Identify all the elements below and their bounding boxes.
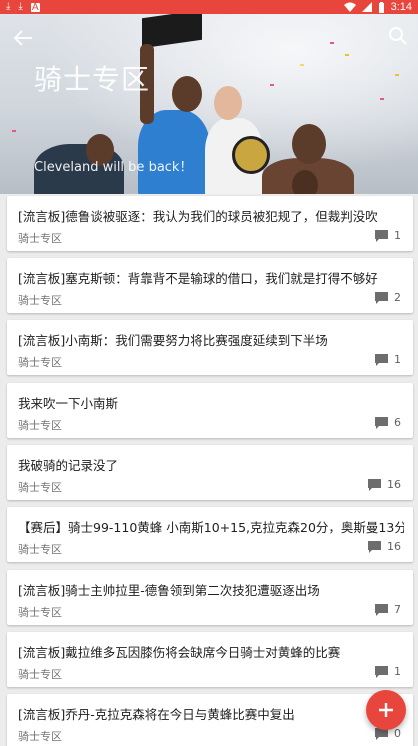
plus-icon xyxy=(379,703,393,717)
comment-count: 2 xyxy=(375,291,401,304)
confetti xyxy=(345,54,349,56)
post-section: 骑士专区 xyxy=(18,294,62,307)
battery-icon xyxy=(378,1,384,13)
post-section: 骑士专区 xyxy=(18,543,62,556)
comment-count-value: 0 xyxy=(394,727,401,740)
post-title[interactable]: [流言板]戴拉维多瓦因膝伤将会缺席今日骑士对黄蜂的比赛 xyxy=(18,642,404,661)
comment-icon xyxy=(375,353,388,366)
post-card[interactable]: [流言板]德鲁谈被驱逐：我认为我们的球员被犯规了，但裁判没吹 骑士专区 1 xyxy=(7,196,413,251)
post-card[interactable]: [流言板]塞克斯顿：背靠背不是输球的借口，我们就是打得不够好 骑士专区 2 xyxy=(7,258,413,313)
post-section: 骑士专区 xyxy=(18,606,62,619)
comment-count: 16 xyxy=(368,540,401,553)
comment-count: 7 xyxy=(375,603,401,616)
post-title[interactable]: [流言板]骑士主帅拉里-德鲁领到第二次技犯遭驱逐出场 xyxy=(18,580,404,599)
comment-count: 1 xyxy=(375,665,401,678)
player-head xyxy=(214,86,242,120)
post-section: 骑士专区 xyxy=(18,481,62,494)
comment-icon xyxy=(375,416,388,429)
post-card[interactable]: [流言板]乔丹-克拉克森将在今日与黄蜂比赛中复出 骑士专区 0 xyxy=(7,694,413,746)
post-card[interactable]: 我破骑的记录没了 骑士专区 16 xyxy=(7,445,413,500)
comment-count-value: 7 xyxy=(394,603,401,616)
post-card[interactable]: 我来吹一下小南斯 骑士专区 6 xyxy=(7,383,413,438)
comment-count: 1 xyxy=(375,353,401,366)
post-section: 骑士专区 xyxy=(18,356,62,369)
confetti xyxy=(395,74,399,76)
comment-count-value: 1 xyxy=(394,353,401,366)
post-section: 骑士专区 xyxy=(18,419,62,432)
comment-count: 6 xyxy=(375,416,401,429)
comment-icon xyxy=(375,603,388,616)
post-title[interactable]: [流言板]塞克斯顿：背靠背不是输球的借口，我们就是打得不够好 xyxy=(18,268,404,287)
player-head xyxy=(172,76,202,112)
comment-count-value: 16 xyxy=(387,540,401,553)
signal-icon xyxy=(361,2,372,12)
comment-icon xyxy=(368,540,381,553)
notification-a-icon: A xyxy=(30,1,40,13)
post-card[interactable]: 【赛后】骑士99-110黄蜂 小南斯10+15,克拉克森20分，奥斯曼13分 骑… xyxy=(7,507,413,562)
post-title[interactable]: 我来吹一下小南斯 xyxy=(18,393,404,412)
comment-count-value: 2 xyxy=(394,291,401,304)
comment-count-value: 6 xyxy=(394,416,401,429)
new-post-button[interactable] xyxy=(366,690,406,730)
search-icon[interactable] xyxy=(388,26,408,46)
wifi-icon xyxy=(343,2,356,12)
post-section: 骑士专区 xyxy=(18,668,62,681)
back-arrow-icon[interactable] xyxy=(12,28,34,48)
comment-icon xyxy=(375,291,388,304)
player-head xyxy=(292,170,318,194)
confetti xyxy=(380,98,384,100)
post-card[interactable]: [流言板]戴拉维多瓦因膝伤将会缺席今日骑士对黄蜂的比赛 骑士专区 1 xyxy=(7,632,413,687)
confetti xyxy=(12,130,16,132)
post-title[interactable]: 【赛后】骑士99-110黄蜂 小南斯10+15,克拉克森20分，奥斯曼13分 xyxy=(18,517,404,536)
comment-count: 16 xyxy=(368,478,401,491)
status-bar: ⤓ ⤓ A 3:14 xyxy=(0,0,418,14)
post-card[interactable]: [流言板]小南斯：我们需要努力将比赛强度延续到下半场 骑士专区 1 xyxy=(7,320,413,375)
download-icon: ⤓ xyxy=(18,1,23,12)
player-head xyxy=(292,124,326,164)
confetti xyxy=(270,84,274,86)
status-time: 3:14 xyxy=(390,1,412,13)
comment-icon xyxy=(368,478,381,491)
comment-count-value: 16 xyxy=(387,478,401,491)
confetti xyxy=(300,64,304,66)
post-section: 骑士专区 xyxy=(18,730,62,743)
hero-banner: 骑士专区 Cleveland will be back！ xyxy=(0,14,418,194)
page-subtitle: Cleveland will be back！ xyxy=(34,160,193,175)
comment-icon xyxy=(375,229,388,242)
comment-count: 1 xyxy=(375,229,401,242)
post-title[interactable]: 我破骑的记录没了 xyxy=(18,455,404,474)
comment-count-value: 1 xyxy=(394,229,401,242)
post-title[interactable]: [流言板]乔丹-克拉克森将在今日与黄蜂比赛中复出 xyxy=(18,704,404,723)
post-section: 骑士专区 xyxy=(18,232,62,245)
download-icon: ⤓ xyxy=(6,1,11,12)
post-title[interactable]: [流言板]德鲁谈被驱逐：我认为我们的球员被犯规了，但裁判没吹 xyxy=(18,206,404,225)
comment-icon xyxy=(375,665,388,678)
page-title: 骑士专区 xyxy=(34,63,151,96)
comment-count-value: 1 xyxy=(394,665,401,678)
post-title[interactable]: [流言板]小南斯：我们需要努力将比赛强度延续到下半场 xyxy=(18,330,404,349)
post-card[interactable]: [流言板]骑士主帅拉里-德鲁领到第二次技犯遭驱逐出场 骑士专区 7 xyxy=(7,570,413,625)
confetti xyxy=(330,42,334,44)
